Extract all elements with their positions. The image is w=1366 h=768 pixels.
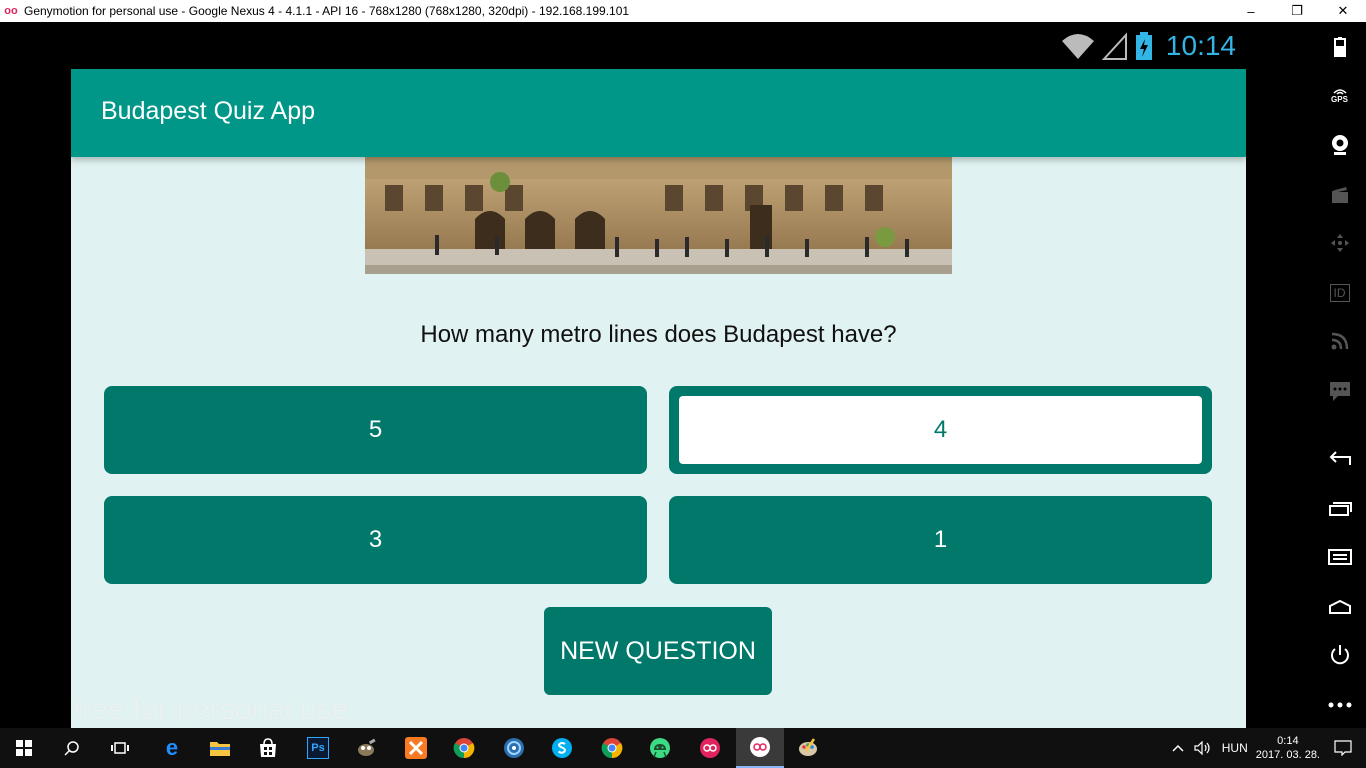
answer-label: 1 bbox=[933, 526, 948, 553]
video-capture-icon[interactable] bbox=[1313, 180, 1366, 210]
window-controls: – ❐ ✕ bbox=[1228, 0, 1366, 22]
window-title: Genymotion for personal use - Google Nex… bbox=[24, 4, 630, 18]
power-icon[interactable] bbox=[1313, 640, 1366, 670]
genymotion-active-icon[interactable] bbox=[736, 728, 784, 768]
more-icon[interactable] bbox=[1313, 690, 1366, 720]
answer-button-2[interactable]: 4 bbox=[669, 386, 1212, 474]
window-title-bar: oo Genymotion for personal use - Google … bbox=[0, 0, 1366, 22]
file-explorer-icon[interactable] bbox=[196, 728, 244, 768]
question-text: How many metro lines does Budapest have? bbox=[420, 321, 897, 348]
store-icon[interactable] bbox=[244, 728, 292, 768]
answer-button-3[interactable]: 3 bbox=[104, 496, 647, 584]
windows-taskbar: e Ps HUN 0:14 2017. 03. 28. bbox=[0, 728, 1366, 768]
genymotion-sidebar: GPS ID bbox=[1313, 22, 1366, 728]
menu-icon[interactable] bbox=[1313, 542, 1366, 572]
android-status-bar: 10:14 bbox=[71, 22, 1246, 69]
answer-label: 4 bbox=[933, 416, 948, 443]
dpad-icon[interactable] bbox=[1313, 228, 1366, 258]
quiz-app-screen: Budapest Quiz App How many metro lines d… bbox=[71, 69, 1246, 728]
home-icon[interactable] bbox=[1313, 592, 1366, 622]
gimp-icon[interactable] bbox=[342, 728, 390, 768]
notification-icon[interactable] bbox=[1334, 740, 1352, 756]
xampp-icon[interactable] bbox=[392, 728, 440, 768]
id-label: ID bbox=[1329, 284, 1350, 302]
android-studio-icon[interactable] bbox=[636, 728, 684, 768]
new-question-button[interactable]: NEW QUESTION bbox=[544, 607, 772, 695]
id-icon[interactable]: ID bbox=[1313, 278, 1366, 308]
task-view-icon[interactable] bbox=[96, 728, 144, 768]
wifi-icon bbox=[1061, 34, 1094, 59]
chrome-icon[interactable] bbox=[588, 728, 636, 768]
chevron-up-icon[interactable] bbox=[1172, 744, 1184, 752]
clock-time: 0:14 bbox=[1277, 735, 1299, 747]
app-toolbar: Budapest Quiz App bbox=[71, 69, 1246, 157]
new-question-label: NEW QUESTION bbox=[560, 636, 756, 665]
genymotion-icon[interactable] bbox=[686, 728, 734, 768]
search-icon[interactable] bbox=[48, 728, 96, 768]
close-button[interactable]: ✕ bbox=[1320, 0, 1366, 22]
gps-label: GPS bbox=[1331, 94, 1348, 104]
answer-label: 3 bbox=[368, 526, 383, 553]
paint-icon[interactable] bbox=[784, 728, 832, 768]
clock[interactable]: 0:14 2017. 03. 28. bbox=[1256, 734, 1320, 762]
system-tray: HUN 0:14 2017. 03. 28. bbox=[1172, 728, 1366, 768]
app-icon[interactable] bbox=[490, 728, 538, 768]
sms-icon[interactable] bbox=[1313, 376, 1366, 406]
app-title: Budapest Quiz App bbox=[101, 97, 316, 125]
battery-icon[interactable] bbox=[1313, 32, 1366, 62]
gps-icon[interactable]: GPS bbox=[1313, 80, 1366, 110]
genymotion-logo-icon: oo bbox=[4, 5, 18, 17]
chrome-icon[interactable] bbox=[440, 728, 488, 768]
webcam-icon[interactable] bbox=[1313, 130, 1366, 160]
battery-charging-icon bbox=[1135, 32, 1152, 60]
clock-date: 2017. 03. 28. bbox=[1255, 749, 1320, 761]
answer-button-4[interactable]: 1 bbox=[669, 496, 1212, 584]
answer-button-1[interactable]: 5 bbox=[104, 386, 647, 474]
maximize-button[interactable]: ❐ bbox=[1274, 0, 1320, 22]
rss-icon[interactable] bbox=[1313, 326, 1366, 356]
answer-label: 5 bbox=[368, 416, 383, 443]
budapest-photo bbox=[365, 157, 952, 274]
volume-icon[interactable] bbox=[1194, 741, 1212, 755]
watermark-text: free for personal use bbox=[73, 693, 349, 726]
status-clock: 10:14 bbox=[1165, 30, 1236, 61]
answer-selected-inner: 4 bbox=[679, 396, 1202, 464]
language-indicator[interactable]: HUN bbox=[1222, 741, 1248, 755]
photoshop-icon[interactable]: Ps bbox=[294, 728, 342, 768]
back-icon[interactable] bbox=[1313, 444, 1366, 474]
skype-icon[interactable] bbox=[538, 728, 586, 768]
photoshop-label: Ps bbox=[307, 737, 329, 759]
minimize-button[interactable]: – bbox=[1228, 0, 1274, 22]
start-icon[interactable] bbox=[0, 728, 48, 768]
edge-icon[interactable]: e bbox=[148, 728, 196, 768]
recent-apps-icon[interactable] bbox=[1313, 494, 1366, 524]
signal-icon bbox=[1101, 32, 1127, 60]
